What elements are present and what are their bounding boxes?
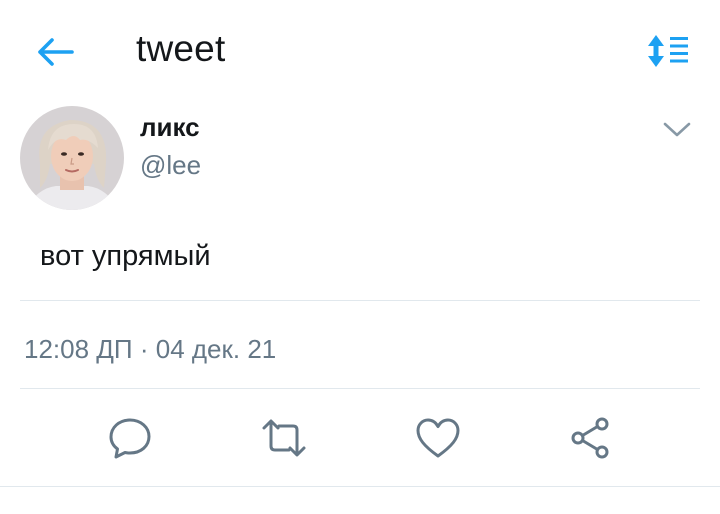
share-icon (571, 417, 609, 459)
app-header: tweet (0, 0, 720, 100)
user-handle[interactable]: @lee (140, 150, 201, 181)
sort-list-icon (648, 35, 688, 67)
tweet-date: 04 дек. 21 (155, 334, 277, 364)
tweet-timestamp: 12:08 ДП · 04 дек. 21 (24, 334, 276, 365)
sort-button[interactable] (646, 33, 690, 69)
divider (20, 300, 700, 301)
retweet-icon (262, 419, 306, 457)
tweet-time: 12:08 ДП (24, 334, 133, 364)
avatar[interactable] (20, 106, 124, 210)
page-title: tweet (136, 28, 226, 69)
like-button[interactable] (414, 414, 462, 462)
avatar-photo (20, 106, 124, 210)
tweet-menu-button[interactable] (660, 116, 694, 144)
chevron-down-icon (663, 122, 691, 137)
divider (20, 388, 700, 389)
timestamp-separator: · (139, 334, 149, 364)
heart-icon (416, 418, 460, 458)
tweet-detail-screen: tweet ликс @lee вот упрямый 12:08 ДП · 0… (0, 0, 720, 514)
divider (0, 486, 720, 487)
share-button[interactable] (566, 414, 614, 462)
speech-bubble-icon (109, 418, 151, 459)
tweet-text: вот упрямый (40, 240, 211, 272)
arrow-left-icon (38, 38, 74, 66)
display-name[interactable]: ликс (140, 112, 200, 143)
retweet-button[interactable] (260, 414, 308, 462)
reply-button[interactable] (106, 414, 154, 462)
back-button[interactable] (34, 32, 78, 72)
